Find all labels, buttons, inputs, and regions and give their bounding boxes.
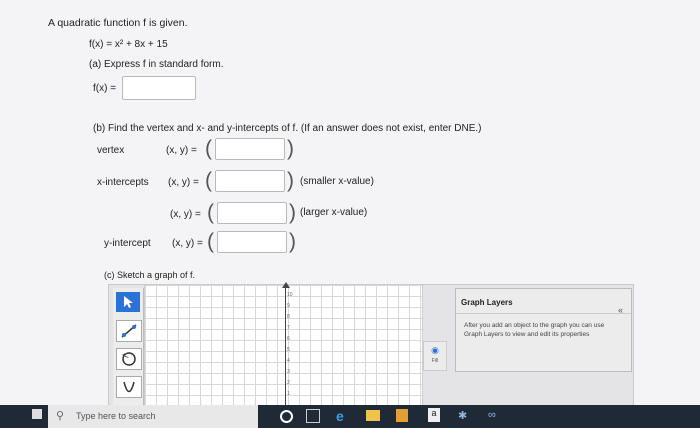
- fill-label: Fill: [431, 358, 439, 364]
- close-paren: ): [287, 169, 294, 192]
- taskbar-search-box[interactable]: ⚲ Type here to search: [48, 405, 258, 428]
- function-expression: f(x) = x² + 8x + 15: [89, 39, 168, 50]
- smaller-value-note: (smaller x-value): [300, 176, 374, 187]
- y-tick-label: 6: [287, 336, 290, 342]
- line-tool-button[interactable]: [116, 320, 142, 342]
- y-axis-arrow-icon: [282, 282, 290, 288]
- pointer-icon: [124, 296, 133, 308]
- parabola-tool-button[interactable]: [116, 376, 142, 398]
- windows-taskbar: ⚲ Type here to search e a ✱ ∞: [0, 405, 700, 428]
- y-tick-label: 7: [287, 325, 290, 331]
- y-tick-label: 8: [287, 314, 290, 320]
- xint2-xy-label: (x, y) =: [170, 209, 201, 220]
- x-intercept-larger-input[interactable]: [217, 202, 287, 224]
- y-tick-label: 10: [287, 292, 293, 298]
- problem-intro: A quadratic function f is given.: [48, 17, 188, 29]
- windows-start-icon[interactable]: [32, 409, 42, 419]
- close-paren: ): [287, 137, 294, 160]
- y-intercept-input[interactable]: [217, 231, 287, 253]
- open-paren: (: [207, 201, 214, 224]
- amazon-icon[interactable]: a: [428, 408, 440, 422]
- y-tick-label: 9: [287, 303, 290, 309]
- open-paren: (: [207, 230, 214, 253]
- yint-xy-label: (x, y) =: [172, 238, 203, 249]
- y-tick-label: 2: [287, 380, 290, 386]
- xint1-xy-label: (x, y) =: [168, 177, 199, 188]
- y-tick-label: 3: [287, 369, 290, 375]
- graph-layers-help-text: After you add an object to the graph you…: [464, 322, 605, 338]
- vertex-xy-label: (x, y) =: [166, 145, 197, 156]
- x-intercept-smaller-input[interactable]: [215, 170, 285, 192]
- task-view-icon[interactable]: [306, 409, 320, 423]
- search-placeholder: Type here to search: [76, 411, 156, 421]
- open-paren: (: [205, 137, 212, 160]
- search-icon: ⚲: [56, 410, 65, 422]
- fx-label: f(x) =: [93, 83, 117, 94]
- open-paren: (: [205, 169, 212, 192]
- y-tick-label: 4: [287, 358, 290, 364]
- graph-layers-title: Graph Layers: [461, 298, 513, 307]
- store-icon[interactable]: [396, 409, 408, 422]
- y-tick-label: 5: [287, 347, 290, 353]
- edge-browser-icon[interactable]: e: [336, 408, 344, 424]
- file-explorer-icon[interactable]: [366, 410, 380, 421]
- pointer-tool-button[interactable]: [116, 292, 140, 312]
- vertex-label: vertex: [97, 145, 125, 156]
- y-tick-label: 1: [287, 391, 290, 397]
- standard-form-input[interactable]: [122, 76, 196, 100]
- chevron-left-icon[interactable]: <: [122, 348, 129, 362]
- y-axis: [285, 284, 286, 414]
- larger-value-note: (larger x-value): [300, 207, 368, 218]
- part-a-prompt: (a) Express f in standard form.: [89, 59, 224, 70]
- app-icon[interactable]: ✱: [458, 409, 467, 422]
- graph-layers-panel: Graph Layers « After you add an object t…: [455, 288, 632, 372]
- fill-button[interactable]: ◉ Fill: [423, 341, 447, 371]
- graph-grid[interactable]: [144, 284, 423, 416]
- part-c-prompt: (c) Sketch a graph of f.: [104, 270, 196, 280]
- close-paren: ): [289, 201, 296, 224]
- line-icon: [121, 324, 137, 338]
- part-b-prompt: (b) Find the vertex and x- and y-interce…: [93, 123, 482, 134]
- vertex-input[interactable]: [215, 138, 285, 160]
- cortana-icon[interactable]: [280, 410, 293, 423]
- fill-bucket-icon: ◉: [431, 345, 439, 355]
- close-paren: ): [289, 230, 296, 253]
- panel-divider: [456, 313, 631, 314]
- x-intercepts-label: x-intercepts: [97, 177, 149, 188]
- y-intercept-label: y-intercept: [104, 238, 151, 249]
- parabola-icon: [123, 381, 135, 393]
- y-tick-labels: 10 9 8 7 6 5 4 3 2 1: [287, 292, 299, 402]
- infinity-icon[interactable]: ∞: [488, 409, 496, 421]
